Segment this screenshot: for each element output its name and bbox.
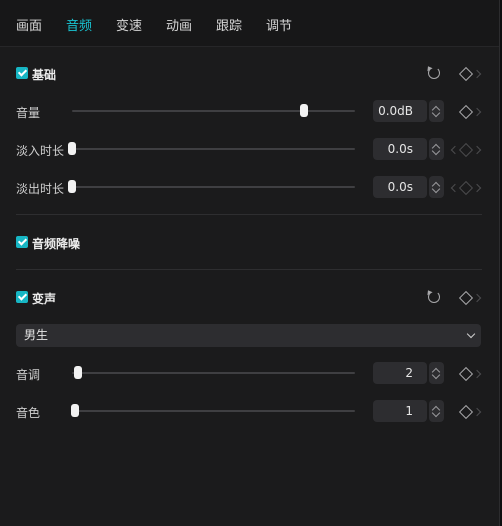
section-divider — [16, 269, 482, 270]
voice-preset-value: 男生 — [24, 328, 49, 342]
reset-icon[interactable] — [428, 291, 440, 303]
timbre-slider-thumb[interactable] — [70, 404, 79, 417]
next-keyframe-icon[interactable] — [472, 107, 482, 117]
next-keyframe-icon — [472, 145, 482, 155]
pitch-stepper[interactable] — [429, 362, 444, 384]
denoise-section-title: 音频降噪 — [32, 237, 81, 251]
chevron-down-icon — [466, 329, 476, 339]
fade-out-stepper[interactable] — [429, 176, 444, 198]
keyframe-diamond-icon[interactable] — [458, 290, 474, 306]
fade-in-row: 淡入时长 0.0s — [16, 137, 482, 161]
pitch-input[interactable]: 2 — [373, 362, 427, 384]
keyframe-diamond-icon — [458, 142, 474, 158]
fade-in-slider[interactable] — [68, 142, 355, 155]
pitch-row: 音调 2 — [16, 361, 482, 385]
timbre-row: 音色 1 — [16, 399, 482, 423]
timbre-label: 音色 — [16, 406, 41, 420]
volume-label: 音量 — [16, 106, 41, 120]
basic-checkbox[interactable] — [16, 67, 28, 79]
next-keyframe-icon[interactable] — [472, 69, 482, 79]
fade-out-row: 淡出时长 0.0s — [16, 175, 482, 199]
tab-bar: 画面 音频 变速 动画 跟踪 调节 — [0, 0, 499, 47]
tab-tracking[interactable]: 跟踪 — [216, 15, 242, 34]
voice-change-checkbox[interactable] — [16, 291, 28, 303]
volume-slider[interactable] — [72, 104, 355, 117]
fade-out-slider-thumb[interactable] — [68, 180, 76, 193]
next-keyframe-icon — [472, 183, 482, 193]
denoise-section-header: 音频降噪 — [16, 235, 482, 251]
tab-animation[interactable]: 动画 — [166, 15, 192, 34]
tab-video[interactable]: 画面 — [16, 15, 42, 34]
volume-stepper[interactable] — [429, 100, 444, 122]
basic-section-header: 基础 — [16, 66, 482, 82]
volume-slider-thumb[interactable] — [300, 104, 309, 117]
timbre-input[interactable]: 1 — [373, 400, 427, 422]
tab-audio[interactable]: 音频 — [66, 15, 92, 34]
denoise-checkbox[interactable] — [16, 236, 28, 248]
voice-change-section-title: 变声 — [32, 292, 57, 306]
tab-speed[interactable]: 变速 — [116, 15, 142, 34]
volume-row: 音量 0.0dB — [16, 99, 482, 123]
section-divider — [16, 214, 482, 215]
voice-change-section-header: 变声 — [16, 290, 482, 306]
next-keyframe-icon[interactable] — [472, 407, 482, 417]
basic-section-title: 基础 — [32, 68, 57, 82]
timbre-slider[interactable] — [70, 404, 355, 417]
keyframe-diamond-icon[interactable] — [458, 66, 474, 82]
fade-in-input[interactable]: 0.0s — [373, 138, 427, 160]
keyframe-diamond-icon[interactable] — [458, 366, 474, 382]
pitch-label: 音调 — [16, 368, 41, 382]
pitch-slider-thumb[interactable] — [73, 366, 82, 379]
keyframe-diamond-icon — [458, 180, 474, 196]
voice-preset-select[interactable]: 男生 — [16, 324, 481, 347]
tab-adjust[interactable]: 调节 — [266, 15, 292, 34]
fade-out-input[interactable]: 0.0s — [373, 176, 427, 198]
reset-icon[interactable] — [428, 67, 440, 79]
fade-in-slider-thumb[interactable] — [68, 142, 76, 155]
pitch-slider[interactable] — [72, 366, 355, 379]
audio-properties-panel: 画面 音频 变速 动画 跟踪 调节 基础 音量 0.0dB 淡入时长 0.0s — [0, 0, 500, 526]
fade-out-slider[interactable] — [68, 180, 355, 193]
next-keyframe-icon[interactable] — [472, 293, 482, 303]
fade-out-label: 淡出时长 — [16, 182, 65, 196]
keyframe-diamond-icon[interactable] — [458, 104, 474, 120]
fade-in-label: 淡入时长 — [16, 144, 65, 158]
volume-input[interactable]: 0.0dB — [373, 100, 427, 122]
next-keyframe-icon[interactable] — [472, 369, 482, 379]
keyframe-diamond-icon[interactable] — [458, 404, 474, 420]
timbre-stepper[interactable] — [429, 400, 444, 422]
fade-in-stepper[interactable] — [429, 138, 444, 160]
